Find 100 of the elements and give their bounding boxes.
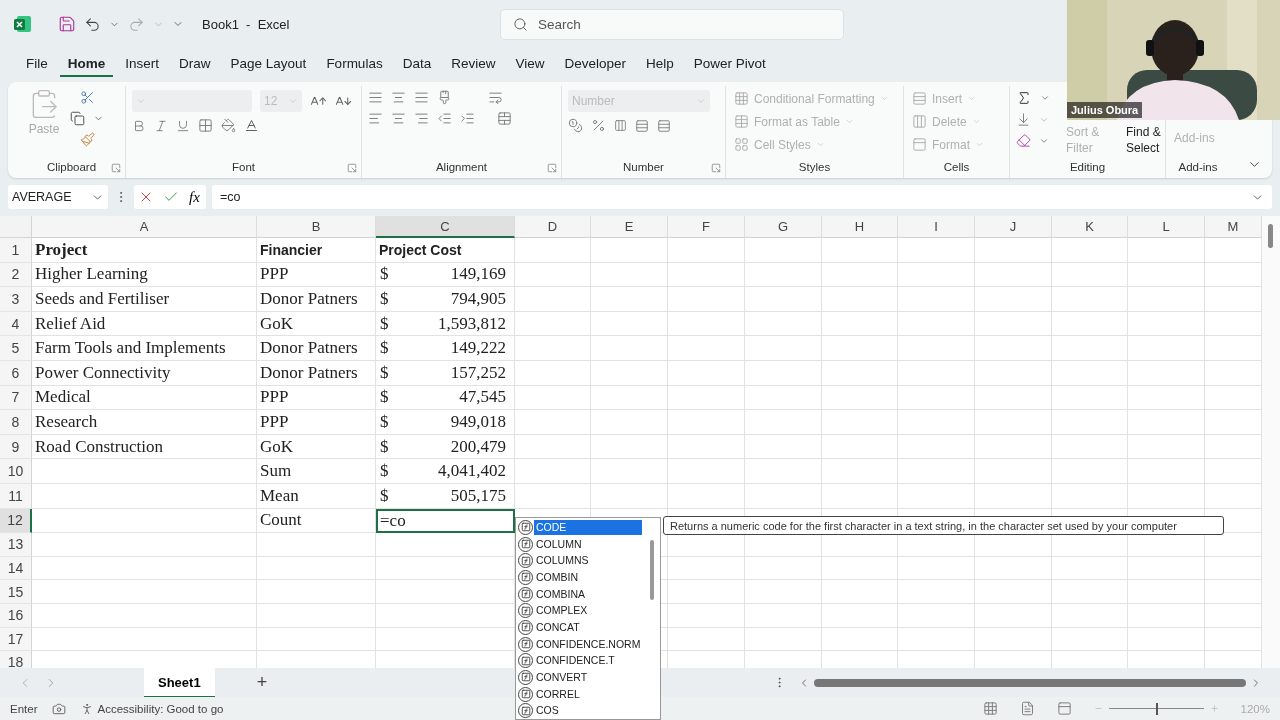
function-suggestion[interactable]: COLUMN xyxy=(534,536,642,552)
row-heading[interactable]: 5 xyxy=(0,336,32,361)
table-cell[interactable]: Seeds and Fertiliser xyxy=(32,287,257,312)
table-cell[interactable]: PPP xyxy=(257,262,376,288)
row-heading[interactable]: 14 xyxy=(0,556,32,581)
function-suggestion[interactable]: CONFIDENCE.T xyxy=(534,653,642,669)
insert-function-button[interactable]: fx xyxy=(186,188,202,206)
function-suggestion[interactable]: CONFIDENCE.NORM xyxy=(534,636,642,652)
menu-tab[interactable]: File xyxy=(18,51,56,77)
row-heading[interactable]: 10 xyxy=(0,459,32,484)
table-cell[interactable]: Mean xyxy=(257,483,376,509)
table-cell[interactable]: Donor Patners xyxy=(257,360,376,386)
function-suggestion[interactable]: COMBINA xyxy=(534,586,642,602)
table-cell[interactable]: $ 149,169 xyxy=(376,262,515,288)
formula-field[interactable]: =co xyxy=(212,185,1272,209)
grid-header[interactable]: F xyxy=(668,216,745,238)
sheet-tab[interactable]: Sheet1 xyxy=(144,667,215,698)
function-suggestion[interactable]: COMPLEX xyxy=(534,603,642,619)
row-heading[interactable]: 11 xyxy=(0,483,32,509)
menu-tab[interactable]: Page Layout xyxy=(222,51,315,77)
row-heading[interactable]: 3 xyxy=(0,287,32,312)
add-sheet-button[interactable]: + xyxy=(250,671,274,694)
table-cell[interactable]: $ 200,479 xyxy=(376,434,515,460)
row-heading[interactable]: 18 xyxy=(0,651,32,668)
table-cell[interactable]: Donor Patners xyxy=(257,287,376,312)
grid-header[interactable]: B xyxy=(257,216,376,238)
currency-symbol: $ xyxy=(380,313,389,334)
table-cell[interactable]: $ 794,905 xyxy=(376,287,515,312)
table-cell[interactable]: $ 4,041,402 xyxy=(376,459,515,484)
grid-header[interactable]: H xyxy=(822,216,898,238)
table-cell[interactable]: Project Cost xyxy=(376,238,515,263)
row-heading[interactable]: 15 xyxy=(0,580,32,604)
row-heading[interactable]: 17 xyxy=(0,627,32,652)
function-suggestion[interactable]: CONCAT xyxy=(534,619,642,635)
row-heading[interactable]: 9 xyxy=(0,434,32,460)
table-cell[interactable]: $ 157,252 xyxy=(376,360,515,386)
grid-header[interactable]: I xyxy=(898,216,975,238)
table-cell[interactable]: Financier xyxy=(257,238,376,263)
table-cell[interactable]: Higher Learning xyxy=(32,262,257,288)
table-cell[interactable]: GoK xyxy=(257,434,376,460)
menu-tab[interactable]: Home xyxy=(59,51,114,77)
function-suggestion[interactable]: COS xyxy=(534,703,642,719)
menu-tab[interactable]: Help xyxy=(638,51,682,77)
table-cell[interactable]: Sum xyxy=(257,459,376,484)
function-suggestion[interactable]: COLUMNS xyxy=(534,553,642,569)
table-cell[interactable]: $ 47,545 xyxy=(376,385,515,411)
function-suggestion[interactable]: CORREL xyxy=(534,686,642,702)
grid-header[interactable]: K xyxy=(1052,216,1128,238)
grid-header[interactable]: E xyxy=(591,216,668,238)
table-cell[interactable]: Donor Patners xyxy=(257,336,376,361)
group-label: Styles xyxy=(798,160,831,175)
name-box[interactable]: AVERAGE xyxy=(8,185,108,209)
accessibility-status[interactable]: Accessibility: Good to go xyxy=(97,702,224,715)
menu-tab[interactable]: Draw xyxy=(171,51,219,77)
function-suggestion[interactable]: COMBIN xyxy=(534,569,642,585)
menu-tab[interactable]: View xyxy=(507,51,553,77)
function-suggestion[interactable]: CODE xyxy=(534,519,642,535)
group-label: Number xyxy=(623,160,664,175)
grid-header[interactable]: C xyxy=(376,216,515,238)
table-cell[interactable]: $ 149,222 xyxy=(376,336,515,361)
row-heading[interactable]: 16 xyxy=(0,603,32,628)
row-heading[interactable]: 7 xyxy=(0,385,32,411)
table-cell[interactable]: $ 1,593,812 xyxy=(376,311,515,337)
menu-tab[interactable]: Insert xyxy=(117,51,168,77)
grid-header[interactable]: J xyxy=(975,216,1052,238)
row-heading[interactable]: 13 xyxy=(0,533,32,557)
row-heading[interactable]: 6 xyxy=(0,360,32,386)
currency-symbol: $ xyxy=(380,461,389,482)
table-cell[interactable]: PPP xyxy=(257,410,376,435)
table-cell[interactable]: Farm Tools and Implements xyxy=(32,336,257,361)
row-heading[interactable]: 1 xyxy=(0,238,32,263)
table-cell[interactable]: GoK xyxy=(257,311,376,337)
grid-header[interactable]: D xyxy=(515,216,591,238)
search-field[interactable]: Search xyxy=(500,8,844,40)
table-cell[interactable]: Road Construction xyxy=(32,434,257,460)
row-heading[interactable]: 4 xyxy=(0,311,32,337)
group-label: Font xyxy=(232,160,255,175)
grid-header[interactable]: G xyxy=(745,216,822,238)
table-cell[interactable]: $ 949,018 xyxy=(376,410,515,435)
menu-tab[interactable]: Power Pivot xyxy=(685,51,774,77)
table-cell[interactable]: Relief Aid xyxy=(32,311,257,337)
table-cell[interactable]: Power Connectivity xyxy=(32,360,257,386)
active-cell[interactable]: =co xyxy=(376,508,515,534)
menu-tab[interactable]: Data xyxy=(394,51,440,77)
row-heading[interactable]: 12 xyxy=(0,508,32,534)
table-cell[interactable]: $ 505,175 xyxy=(376,483,515,509)
menu-tab[interactable]: Review xyxy=(443,51,504,77)
grid-header[interactable]: A xyxy=(32,216,257,238)
table-cell[interactable]: Project xyxy=(32,238,257,263)
grid-header[interactable]: L xyxy=(1128,216,1205,238)
function-suggestion[interactable]: CONVERT xyxy=(534,669,642,685)
row-heading[interactable]: 8 xyxy=(0,410,32,435)
row-heading[interactable]: 2 xyxy=(0,262,32,288)
table-cell[interactable]: Medical xyxy=(32,385,257,411)
grid-header[interactable]: M xyxy=(1205,216,1262,238)
table-cell[interactable]: PPP xyxy=(257,385,376,411)
menu-tab[interactable]: Developer xyxy=(556,51,634,77)
table-cell[interactable]: Research xyxy=(32,410,257,435)
window-title: Book1 - Excel xyxy=(202,16,291,32)
menu-tab[interactable]: Formulas xyxy=(318,51,391,77)
